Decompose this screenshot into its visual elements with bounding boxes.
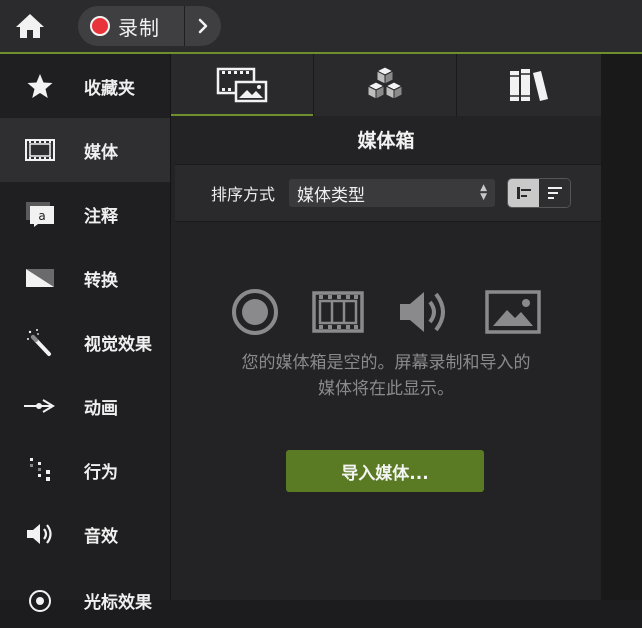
- sidebar-item-cursor-effects[interactable]: 光标效果: [0, 566, 170, 628]
- sidebar-item-favorites[interactable]: 收藏夹: [0, 54, 170, 118]
- panel-tabs: [171, 54, 601, 116]
- empty-message-line-1: 您的媒体箱是空的。屏幕录制和导入的: [241, 353, 531, 373]
- sidebar-item-behaviors[interactable]: 行为: [0, 438, 170, 502]
- sort-select-value: 媒体类型: [297, 185, 366, 206]
- sort-bar: 排序方式 媒体类型 ▲ ▼: [175, 164, 601, 222]
- svg-text:a: a: [38, 209, 45, 223]
- home-icon: [16, 14, 44, 38]
- sidebar-item-animations[interactable]: 动画: [0, 374, 170, 438]
- audio-speaker-icon: [400, 292, 446, 332]
- sort-select[interactable]: 媒体类型 ▲ ▼: [289, 179, 496, 207]
- magic-wand-icon: [20, 327, 60, 357]
- animation-arrow-icon: [20, 396, 60, 416]
- list-view-icon: [516, 187, 531, 199]
- empty-message-line-2: 媒体将在此显示。: [318, 379, 454, 399]
- detail-view-button[interactable]: [539, 179, 571, 207]
- record-button[interactable]: 录制: [78, 6, 184, 46]
- media-panel: 媒体箱 排序方式 媒体类型 ▲ ▼ 您的媒体箱是空的。屏幕录制和导入的 媒体将在…: [171, 54, 601, 600]
- tab-media-bin[interactable]: [171, 54, 314, 116]
- record-control: 录制: [78, 6, 221, 46]
- empty-state-icons: [231, 284, 541, 340]
- sidebar-item-visual-effects[interactable]: 视觉效果: [0, 310, 170, 374]
- sidebar-item-label: 转换: [84, 270, 118, 291]
- books-icon: [510, 69, 548, 101]
- tab-library[interactable]: [314, 54, 457, 116]
- sidebar-item-audio-effects[interactable]: 音效: [0, 502, 170, 566]
- film-strip-icon: [311, 291, 364, 333]
- cursor-effect-icon: [20, 588, 60, 614]
- cubes-icon: [366, 66, 404, 100]
- import-media-button[interactable]: 导入媒体...: [286, 450, 484, 492]
- detail-view-icon: [547, 187, 562, 199]
- transition-icon: [20, 268, 60, 288]
- select-arrows-icon: ▲ ▼: [480, 183, 488, 202]
- sidebar-item-transitions[interactable]: 转换: [0, 246, 170, 310]
- view-toggle: [507, 178, 572, 208]
- speaker-icon: [20, 521, 60, 547]
- list-view-button[interactable]: [508, 179, 540, 207]
- right-edge-panel: [601, 54, 642, 600]
- sidebar-item-label: 收藏夹: [84, 78, 135, 99]
- behavior-icon: [20, 456, 60, 484]
- record-label: 录制: [118, 15, 160, 40]
- tab-libraries[interactable]: [457, 54, 601, 116]
- sidebar-item-label: 光标效果: [84, 593, 152, 613]
- sidebar-item-label: 行为: [84, 462, 118, 483]
- film-icon: [20, 139, 60, 161]
- panel-title: 媒体箱: [357, 129, 415, 152]
- sidebar-item-label: 媒体: [84, 142, 118, 163]
- annotation-icon: a: [20, 201, 60, 227]
- sidebar: 收藏夹 媒体 a 注释 转换 视觉效果 动画 行为 音效 光标效果: [0, 54, 171, 613]
- home-button[interactable]: [12, 10, 48, 42]
- star-icon: [20, 72, 60, 100]
- top-bar: 录制: [0, 0, 642, 54]
- image-icon: [485, 290, 541, 334]
- sidebar-item-label: 动画: [84, 398, 118, 419]
- media-bin-icon: [216, 67, 268, 103]
- sort-label: 排序方式: [211, 185, 276, 204]
- chevron-right-icon: [198, 18, 208, 34]
- record-dot-icon: [90, 16, 110, 36]
- sidebar-item-label: 音效: [84, 526, 118, 547]
- sidebar-item-label: 注释: [84, 206, 118, 227]
- sidebar-item-media[interactable]: 媒体: [0, 118, 170, 182]
- sidebar-item-label: 视觉效果: [84, 334, 152, 355]
- sidebar-item-annotations[interactable]: a 注释: [0, 182, 170, 246]
- empty-state-message: 您的媒体箱是空的。屏幕录制和导入的 媒体将在此显示。: [171, 350, 601, 402]
- record-circle-icon: [232, 289, 278, 335]
- record-options-button[interactable]: [185, 6, 221, 46]
